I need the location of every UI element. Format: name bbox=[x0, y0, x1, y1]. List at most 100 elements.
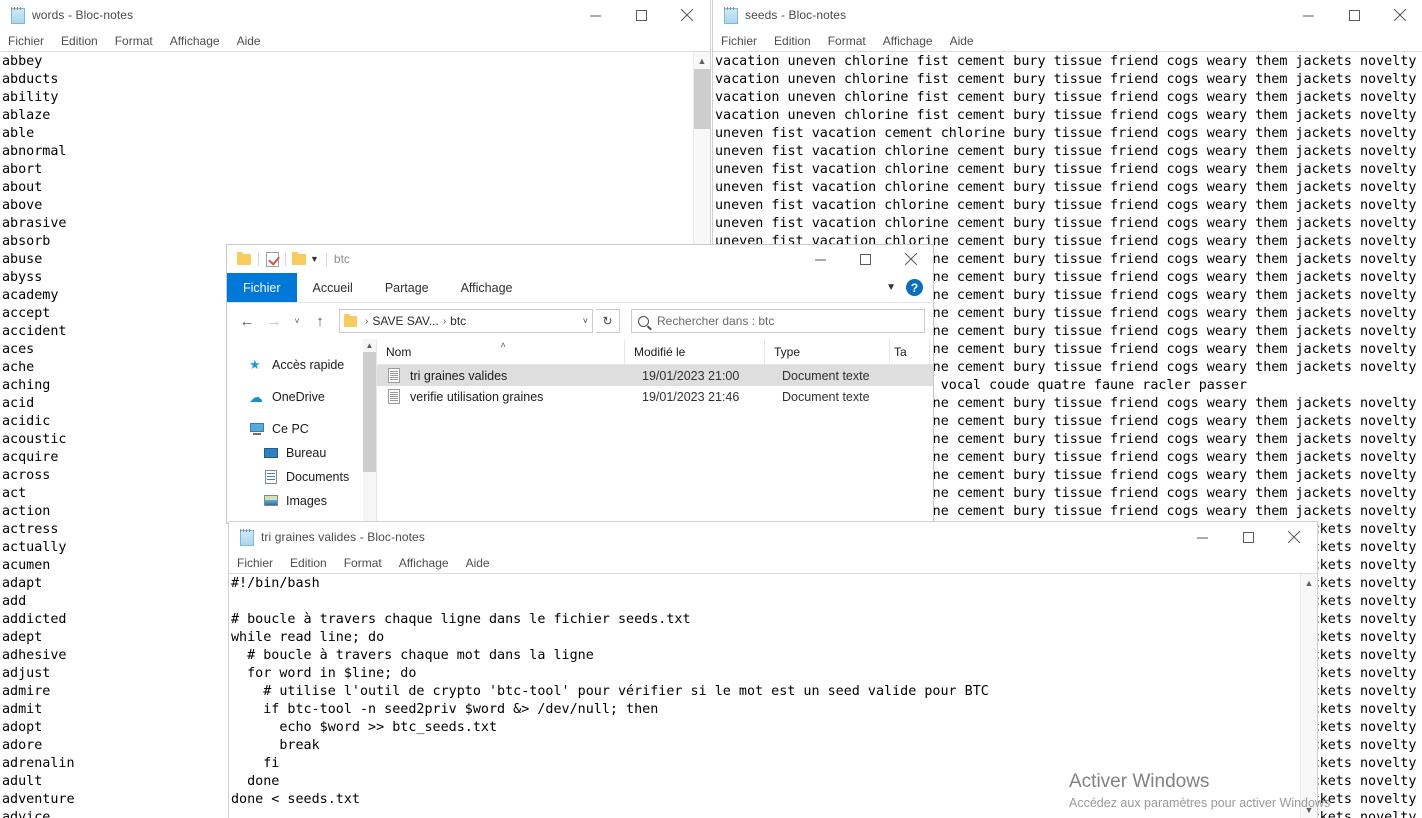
up-button[interactable]: ↑ bbox=[308, 309, 332, 333]
sidebar-item-acces-rapide[interactable]: ★ Accès rapide bbox=[227, 353, 363, 377]
text-document-icon bbox=[387, 368, 402, 384]
properties-icon[interactable] bbox=[266, 252, 279, 267]
scroll-up-icon[interactable]: ▲ bbox=[363, 339, 376, 352]
help-icon[interactable]: ? bbox=[906, 279, 923, 296]
table-row[interactable]: verifie utilisation graines 19/01/2023 2… bbox=[377, 386, 933, 407]
sidebar-item-documents[interactable]: Documents bbox=[227, 465, 363, 489]
titlebar-explorer[interactable]: ▼ btc bbox=[227, 245, 933, 273]
sidebar-item-bureau[interactable]: Bureau bbox=[227, 441, 363, 465]
menu-fichier[interactable]: Fichier bbox=[237, 556, 273, 570]
minimize-button[interactable] bbox=[572, 0, 618, 30]
window-script-notepad[interactable]: tri graines valides - Bloc-notes Fichier… bbox=[228, 521, 1318, 818]
menubar-words[interactable]: Fichier Edition Format Affichage Aide bbox=[0, 30, 710, 52]
window-controls bbox=[798, 245, 933, 273]
column-header-nom[interactable]: Nom ˄ bbox=[377, 339, 625, 364]
window-title: words - Bloc-notes bbox=[32, 8, 133, 22]
tab-accueil[interactable]: Accueil bbox=[297, 273, 369, 302]
maximize-button[interactable] bbox=[618, 0, 664, 30]
column-header-taille[interactable]: Ta bbox=[890, 339, 930, 364]
ribbon-right-controls: ▼ ? bbox=[886, 273, 933, 302]
window-title: seeds - Bloc-notes bbox=[745, 8, 846, 22]
maximize-button[interactable] bbox=[843, 245, 888, 273]
search-placeholder: Rechercher dans : btc bbox=[657, 314, 774, 328]
titlebar-script[interactable]: tri graines valides - Bloc-notes bbox=[229, 522, 1317, 552]
menu-fichier[interactable]: Fichier bbox=[8, 34, 44, 48]
column-headers[interactable]: Nom ˄ Modifié le Type Ta bbox=[377, 339, 933, 365]
menu-format[interactable]: Format bbox=[344, 556, 382, 570]
menu-aide[interactable]: Aide bbox=[237, 34, 261, 48]
minimize-button[interactable] bbox=[1285, 0, 1331, 30]
explorer-main: ★ Accès rapide ☁ OneDrive Ce PC Bureau bbox=[227, 339, 933, 523]
menubar-script[interactable]: Fichier Edition Format Affichage Aide bbox=[229, 552, 1317, 574]
breadcrumb-separator: › bbox=[443, 316, 446, 327]
sort-ascending-icon: ˄ bbox=[501, 340, 506, 350]
scrollbar-thumb[interactable] bbox=[363, 352, 376, 472]
titlebar-seeds[interactable]: seeds - Bloc-notes bbox=[713, 0, 1422, 30]
column-header-modifie-le[interactable]: Modifié le bbox=[625, 339, 765, 364]
new-folder-icon[interactable] bbox=[292, 253, 306, 265]
file-modified: 19/01/2023 21:46 bbox=[642, 390, 782, 404]
ribbon-tabs[interactable]: Fichier Accueil Partage Affichage ▼ ? bbox=[227, 273, 933, 303]
menu-fichier[interactable]: Fichier bbox=[721, 34, 757, 48]
menubar-seeds[interactable]: Fichier Edition Format Affichage Aide bbox=[713, 30, 1422, 52]
tab-fichier[interactable]: Fichier bbox=[227, 273, 297, 302]
scrollbar-thumb[interactable] bbox=[694, 69, 710, 129]
menu-edition[interactable]: Edition bbox=[61, 34, 98, 48]
divider bbox=[285, 253, 286, 266]
column-header-type[interactable]: Type bbox=[765, 339, 890, 364]
titlebar-words[interactable]: words - Bloc-notes bbox=[0, 0, 710, 30]
recent-locations-icon[interactable]: ˅ bbox=[289, 309, 305, 333]
menu-format[interactable]: Format bbox=[828, 34, 866, 48]
menu-edition[interactable]: Edition bbox=[290, 556, 327, 570]
desktop-icon bbox=[263, 445, 279, 461]
table-row[interactable]: tri graines valides 19/01/2023 21:00 Doc… bbox=[377, 365, 933, 386]
sidebar-item-ce-pc[interactable]: Ce PC bbox=[227, 417, 363, 441]
minimize-button[interactable] bbox=[1179, 522, 1225, 552]
sidebar-item-label: Bureau bbox=[286, 446, 326, 460]
close-button[interactable] bbox=[1377, 0, 1422, 30]
scroll-up-icon[interactable]: ▲ bbox=[694, 52, 710, 69]
menu-affichage[interactable]: Affichage bbox=[883, 34, 933, 48]
sidebar-item-label: Ce PC bbox=[272, 422, 309, 436]
chevron-down-icon[interactable]: ▼ bbox=[310, 254, 319, 264]
scroll-up-icon[interactable]: ▲ bbox=[1301, 574, 1317, 591]
cloud-icon: ☁ bbox=[249, 389, 265, 405]
navigation-scrollbar[interactable]: ▲ bbox=[363, 339, 376, 523]
menu-aide[interactable]: Aide bbox=[466, 556, 490, 570]
sidebar-item-onedrive[interactable]: ☁ OneDrive bbox=[227, 385, 363, 409]
close-button[interactable] bbox=[1271, 522, 1317, 552]
sidebar-item-label: Images bbox=[286, 494, 327, 508]
sidebar-item-images[interactable]: Images bbox=[227, 489, 363, 513]
close-button[interactable] bbox=[888, 245, 933, 273]
menu-aide[interactable]: Aide bbox=[950, 34, 974, 48]
maximize-button[interactable] bbox=[1331, 0, 1377, 30]
search-input[interactable]: Rechercher dans : btc bbox=[631, 309, 925, 333]
minimize-button[interactable] bbox=[798, 245, 843, 273]
chevron-down-icon[interactable]: ˅ bbox=[583, 316, 588, 326]
menu-affichage[interactable]: Affichage bbox=[170, 34, 220, 48]
refresh-button[interactable]: ↻ bbox=[596, 309, 620, 333]
menu-affichage[interactable]: Affichage bbox=[399, 556, 449, 570]
address-bar[interactable]: ← → ˅ ↑ › SAVE SAV... › btc ˅ ↻ Recherch… bbox=[227, 303, 933, 339]
file-list-pane[interactable]: Nom ˄ Modifié le Type Ta tri graine bbox=[376, 339, 933, 523]
forward-button[interactable]: → bbox=[262, 309, 286, 333]
menu-format[interactable]: Format bbox=[115, 34, 153, 48]
scroll-down-icon[interactable]: ▼ bbox=[1301, 801, 1317, 818]
window-file-explorer[interactable]: ▼ btc Fichier Accueil Partage Affichage bbox=[226, 244, 934, 524]
back-button[interactable]: ← bbox=[235, 309, 259, 333]
maximize-button[interactable] bbox=[1225, 522, 1271, 552]
column-label: Ta bbox=[894, 345, 907, 359]
text-area-script[interactable]: #!/bin/bash # boucle à travers chaque li… bbox=[229, 574, 1317, 818]
expand-ribbon-icon[interactable]: ▼ bbox=[886, 282, 896, 293]
script-text-content[interactable]: #!/bin/bash # boucle à travers chaque li… bbox=[229, 574, 1300, 818]
script-vertical-scrollbar[interactable]: ▲ ▼ bbox=[1300, 574, 1317, 818]
close-button[interactable] bbox=[664, 0, 710, 30]
breadcrumb-bar[interactable]: › SAVE SAV... › btc ˅ bbox=[339, 309, 593, 333]
breadcrumb-item-save[interactable]: SAVE SAV... bbox=[372, 314, 438, 328]
tab-affichage[interactable]: Affichage bbox=[445, 273, 529, 302]
menu-edition[interactable]: Edition bbox=[774, 34, 811, 48]
tab-partage[interactable]: Partage bbox=[369, 273, 445, 302]
file-name: verifie utilisation graines bbox=[410, 390, 642, 404]
navigation-pane[interactable]: ★ Accès rapide ☁ OneDrive Ce PC Bureau bbox=[227, 339, 363, 523]
breadcrumb-item-btc[interactable]: btc bbox=[450, 314, 466, 328]
